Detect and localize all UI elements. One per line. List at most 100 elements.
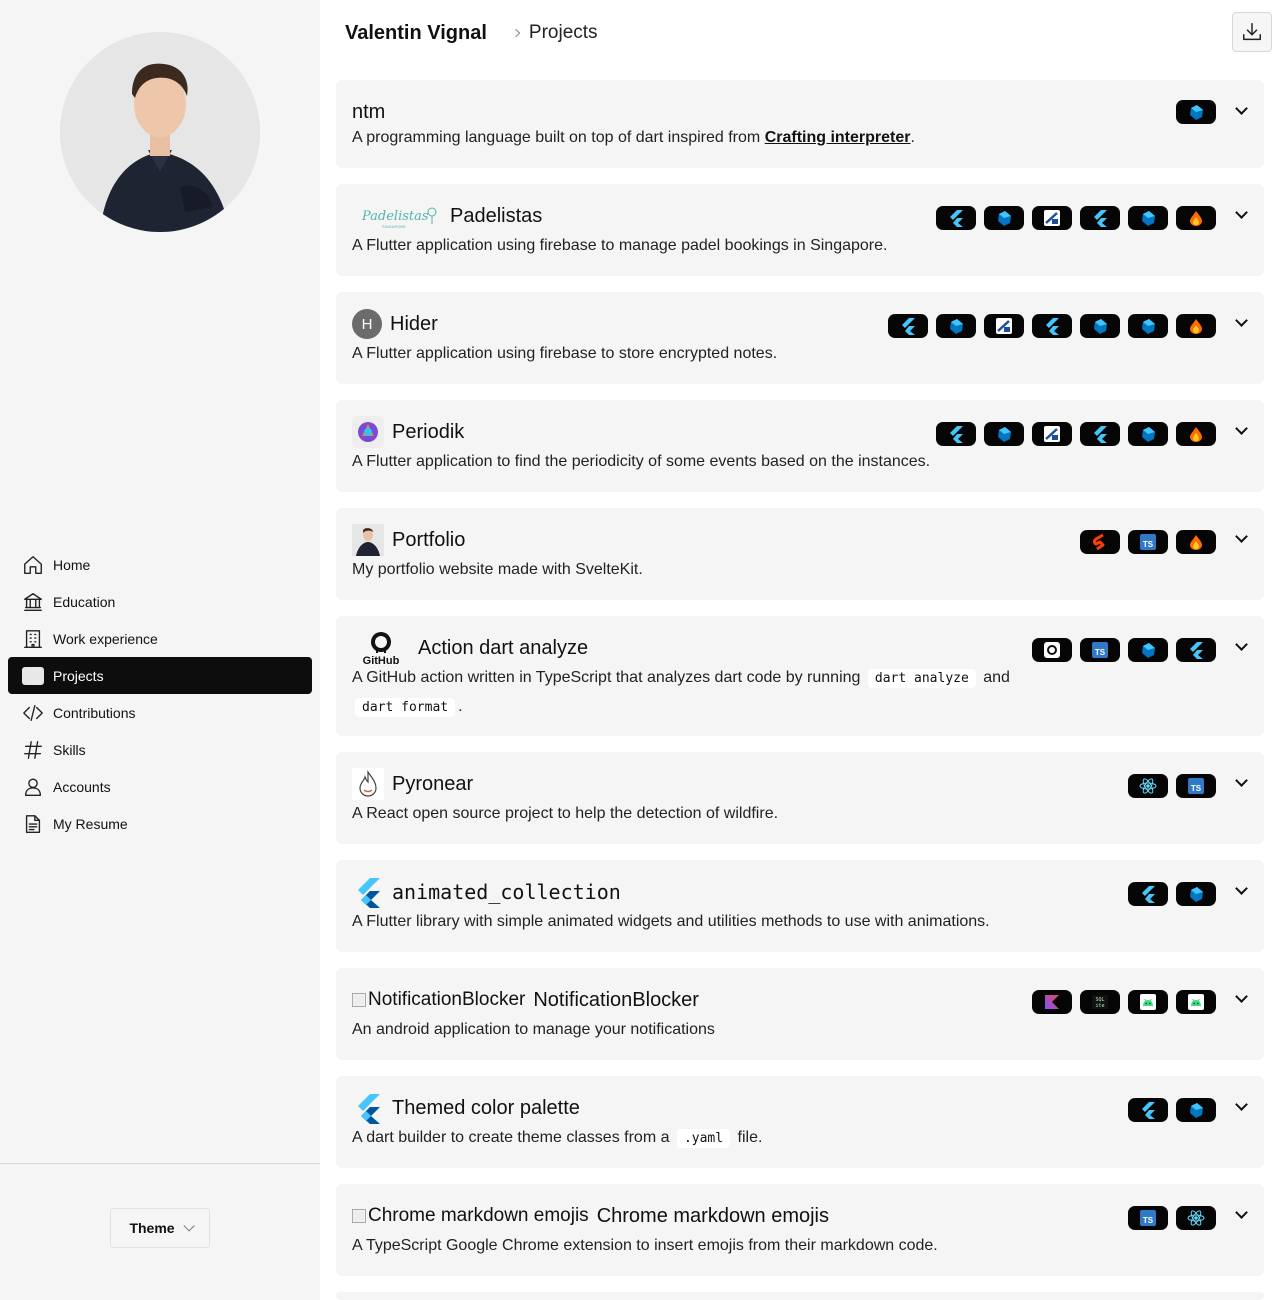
nav-item-my-resume[interactable]: My Resume [8,805,312,842]
typescript-badge[interactable]: TS [1176,774,1216,798]
android-badge[interactable] [1176,990,1216,1014]
download-button[interactable] [1232,12,1272,52]
inline-code: dart analyze [867,669,976,688]
project-card-portfolio[interactable]: Portfolio My portfolio website made with… [336,508,1264,600]
project-title: ntm [352,98,385,126]
chevron-down-icon[interactable] [1235,774,1248,787]
chevron-down-icon[interactable] [1235,422,1248,435]
nav-item-skills[interactable]: Skills [8,731,312,768]
project-description: A Flutter application using firebase to … [352,237,888,254]
nav-label: Skills [53,741,86,758]
nav-item-accounts[interactable]: Accounts [8,768,312,805]
project-card-periodik[interactable]: Periodik A Flutter application to find t… [336,400,1264,492]
chevron-down-icon[interactable] [1235,882,1248,895]
dart-badge[interactable] [1080,314,1120,338]
tech-badges [936,422,1216,446]
codemagic-icon [1044,426,1060,442]
chevron-down-icon[interactable] [1235,990,1248,1003]
project-card-pyronear[interactable]: Pyronear A React open source project to … [336,752,1264,844]
firebase-badge[interactable] [1176,314,1216,338]
nav-label: My Resume [53,815,128,832]
breadcrumb-root[interactable]: Valentin Vignal [345,22,487,45]
project-card-chrome-markdown-emojis[interactable]: Chrome markdown emojis Chrome markdown e… [336,1184,1264,1276]
dart-badge[interactable] [1128,314,1168,338]
dart-icon [1190,1103,1203,1118]
flutter-badge[interactable] [1032,314,1072,338]
bank-icon [22,591,44,613]
chevron-down-icon[interactable] [1235,102,1248,115]
nav-item-projects[interactable]: Projects [8,657,312,694]
crafting-interpreter-link[interactable]: Crafting interpreter [765,129,911,146]
chevron-down-icon[interactable] [1235,638,1248,651]
codemagic-badge[interactable] [1032,206,1072,230]
android-badge[interactable] [1128,990,1168,1014]
kotlin-badge[interactable] [1032,990,1072,1014]
flutter-badge[interactable] [1128,1098,1168,1122]
dart-badge[interactable] [1128,206,1168,230]
flutter-badge[interactable] [1080,422,1120,446]
project-card-notificationblocker[interactable]: NotificationBlocker NotificationBlocker … [336,968,1264,1060]
chevron-down-icon[interactable] [1235,1206,1248,1219]
chevron-down-icon[interactable] [1235,1098,1248,1111]
typescript-badge[interactable]: TS [1128,1206,1168,1230]
dart-badge[interactable] [936,314,976,338]
tech-badges: TS [1128,1206,1216,1230]
code-icon [22,702,44,724]
project-card-hider[interactable]: H Hider A Flutter application using fire… [336,292,1264,384]
dart-badge[interactable] [1176,100,1216,124]
project-description: A Flutter library with simple animated w… [352,913,990,930]
project-card-next[interactable] [336,1292,1264,1300]
github-badge[interactable] [1032,638,1072,662]
dart-icon [998,211,1011,226]
breadcrumb-current: Projects [528,22,598,43]
project-description: An android application to manage your no… [352,1021,715,1038]
project-card-animated-collection[interactable]: animated_collection A Flutter library wi… [336,860,1264,952]
firebase-badge[interactable] [1176,422,1216,446]
project-name: Themed color palette [392,1096,580,1119]
typescript-icon: TS [1188,778,1204,794]
firebase-badge[interactable] [1176,530,1216,554]
description-text: A programming language built on top of d… [352,129,765,146]
project-title: Padelistas SINGAPORE Padelistas [352,202,542,230]
react-badge[interactable] [1128,774,1168,798]
flutter-badge[interactable] [936,422,976,446]
nav-item-education[interactable]: Education [8,583,312,620]
codemagic-badge[interactable] [1032,422,1072,446]
dart-badge[interactable] [984,206,1024,230]
dart-badge[interactable] [1176,882,1216,906]
project-card-action-dart-analyze[interactable]: GitHub Action dart analyze A GitHub acti… [336,616,1264,736]
nav-item-work-experience[interactable]: Work experience [8,620,312,657]
nav-item-contributions[interactable]: Contributions [8,694,312,731]
svelte-badge[interactable] [1080,530,1120,554]
flutter-badge[interactable] [1080,206,1120,230]
react-badge[interactable] [1176,1206,1216,1230]
dart-badge[interactable] [984,422,1024,446]
typescript-badge[interactable]: TS [1128,530,1168,554]
dart-badge[interactable] [1128,422,1168,446]
chevron-down-icon[interactable] [1235,314,1248,327]
chevron-right-icon [511,28,521,38]
nav-item-home[interactable]: Home [8,546,312,583]
flutter-badge[interactable] [888,314,928,338]
flutter-badge[interactable] [936,206,976,230]
typescript-badge[interactable]: TS [1080,638,1120,662]
theme-dropdown-button[interactable]: Theme [110,1208,210,1248]
tech-badges: TS [1032,638,1216,662]
project-card-padelistas[interactable]: Padelistas SINGAPORE Padelistas A Flutter… [336,184,1264,276]
flutter-badge[interactable] [1128,882,1168,906]
codemagic-badge[interactable] [984,314,1024,338]
flutter-badge[interactable] [1176,638,1216,662]
chevron-down-icon[interactable] [1235,530,1248,543]
dart-icon [1142,643,1155,658]
sqlite-badge[interactable]: SQL ite [1080,990,1120,1014]
firebase-badge[interactable] [1176,206,1216,230]
chevron-down-icon[interactable] [1235,206,1248,219]
projects-icon [22,665,44,687]
flutter-icon [1094,210,1107,227]
dart-badge[interactable] [1176,1098,1216,1122]
svelte-icon [1093,533,1105,551]
dart-badge[interactable] [1128,638,1168,662]
project-card-themed-color-palette[interactable]: Themed color palette A dart builder to c… [336,1076,1264,1168]
hider-logo: H [352,309,382,339]
project-card-ntm[interactable]: ntm A programming language built on top … [336,80,1264,168]
